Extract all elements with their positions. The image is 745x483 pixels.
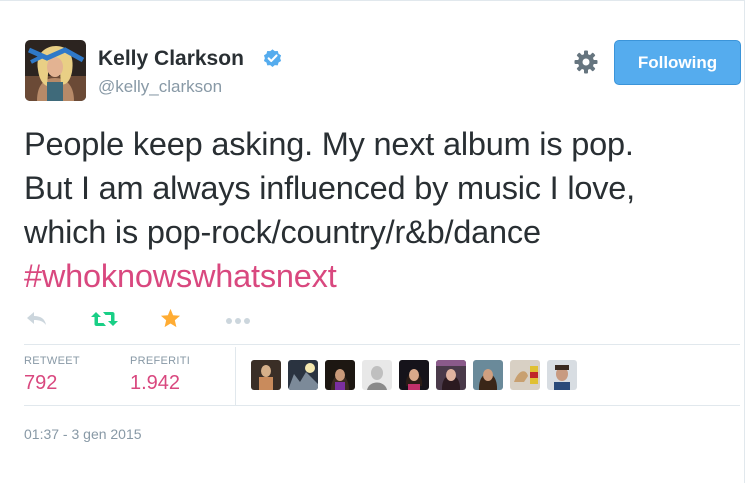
tweet-line: But I am always influenced by music I lo… — [24, 170, 635, 206]
divider — [24, 405, 740, 406]
retweet-icon[interactable] — [91, 311, 118, 332]
favoriter-avatar[interactable] — [399, 360, 429, 390]
more-icon[interactable] — [225, 313, 251, 331]
tweet-line: which is pop-rock/country/r&b/dance — [24, 214, 541, 250]
favoriter-avatar[interactable] — [362, 360, 392, 390]
tweet-line: People keep asking. My next album is pop… — [24, 126, 634, 162]
retweets-label[interactable]: RETWEET — [24, 355, 80, 367]
divider — [24, 344, 740, 345]
favoriter-avatar[interactable] — [547, 360, 577, 390]
favoriter-avatar[interactable] — [288, 360, 318, 390]
favoriter-avatar[interactable] — [473, 360, 503, 390]
favoriter-avatar[interactable] — [436, 360, 466, 390]
retweets-count[interactable]: 792 — [24, 372, 57, 395]
hashtag-link[interactable]: #whoknowswhatsnext — [24, 254, 734, 298]
favoriter-avatar[interactable] — [325, 360, 355, 390]
favorites-label[interactable]: PREFERITI — [130, 355, 190, 367]
author-avatar[interactable] — [25, 40, 86, 101]
stats-divider — [235, 347, 236, 405]
following-button[interactable]: Following — [614, 40, 741, 85]
tweet-timestamp[interactable]: 01:37 - 3 gen 2015 — [24, 426, 142, 442]
verified-badge-icon — [262, 48, 283, 69]
reply-icon[interactable] — [26, 311, 48, 332]
author-name[interactable]: Kelly Clarkson — [98, 47, 244, 71]
tweet-text: People keep asking. My next album is pop… — [24, 122, 734, 298]
favoriter-avatar[interactable] — [251, 360, 281, 390]
favorites-count[interactable]: 1.942 — [130, 372, 180, 395]
author-handle[interactable]: @kelly_clarkson — [98, 77, 222, 97]
favoriter-avatar[interactable] — [510, 360, 540, 390]
gear-icon[interactable] — [574, 50, 598, 74]
favorite-icon[interactable] — [160, 308, 181, 333]
